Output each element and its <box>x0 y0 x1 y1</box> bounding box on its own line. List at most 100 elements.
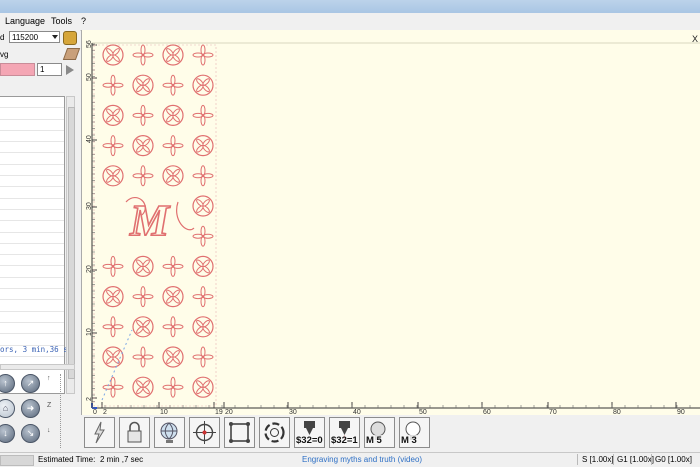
star-petal <box>110 376 116 388</box>
m5-button[interactable]: M 5 <box>364 417 395 448</box>
canvas-svg: 0 2 10 19 20 30 40 50 60 70 80 905650403020102XM <box>86 34 700 415</box>
m3-label: M 3 <box>401 435 417 446</box>
jog-step-slider[interactable] <box>60 374 66 448</box>
grbl-32-1-button[interactable]: $32=1 <box>329 417 360 448</box>
estimated-time-label: Estimated Time: <box>38 455 96 464</box>
frame-icon <box>227 420 252 445</box>
file-field[interactable] <box>0 63 35 76</box>
g0-override[interactable]: G0 [1.00x] <box>655 455 692 464</box>
file-label: vg <box>0 50 9 59</box>
star-center <box>111 144 115 147</box>
bottom-toolbar: $32=0 $32=1 M 5 M 3 <box>81 415 700 452</box>
console-scrollbar[interactable] <box>66 96 75 394</box>
console-hscrollbar[interactable] <box>0 364 75 370</box>
baud-value: 115200 <box>12 33 39 42</box>
star-petal <box>110 74 116 86</box>
star-center <box>141 174 145 177</box>
star-center <box>201 53 205 57</box>
y-tick-label: 30 <box>86 202 93 210</box>
star-petal <box>140 346 146 358</box>
star-petal <box>140 286 146 298</box>
jog-up-right-button[interactable]: ↗ <box>21 374 40 393</box>
jog-right-button[interactable]: ➜ <box>21 399 40 418</box>
star-center <box>141 53 145 57</box>
passes-spinner[interactable]: 1 <box>37 63 62 76</box>
y-tick-label: 2 <box>86 397 93 401</box>
y-tick-label: 50 <box>86 73 93 81</box>
chevron-down-icon <box>52 35 58 39</box>
g1-override[interactable]: G1 [1.00x] <box>617 455 654 464</box>
rosette-petal <box>202 138 210 147</box>
rosette-petal <box>142 138 150 147</box>
menu-language[interactable]: Language <box>5 16 45 26</box>
star-petal <box>200 225 206 237</box>
globe-button[interactable] <box>154 417 185 448</box>
star-petal <box>200 165 206 177</box>
y-tick-label: 56 <box>86 40 93 48</box>
rosette-petal <box>142 380 150 388</box>
video-link[interactable]: Engraving myths and truth (video) <box>302 455 422 464</box>
star-petal <box>170 135 176 147</box>
star-petal <box>170 376 176 388</box>
star-center <box>201 295 205 298</box>
rosette-petal <box>172 289 180 298</box>
rosette-petal <box>112 108 120 116</box>
s-override[interactable]: S [1.00x] <box>582 455 614 464</box>
jog-down-button[interactable]: ↓ <box>0 424 15 443</box>
star-center <box>111 325 115 328</box>
rosette-petal <box>142 319 150 328</box>
rosette-petal <box>112 168 120 177</box>
grbl-32-0-button[interactable]: $32=0 <box>294 417 325 448</box>
eraser-icon[interactable] <box>62 48 81 60</box>
rosette-petal <box>142 78 150 86</box>
rosette-petal <box>202 199 210 207</box>
star-center <box>171 144 175 147</box>
rosette-petal <box>142 259 150 267</box>
home-button[interactable]: ⌂ <box>0 399 15 418</box>
passes-value: 1 <box>40 65 45 74</box>
star-center <box>201 174 205 177</box>
z-down-arrow[interactable]: ↓ <box>47 427 51 434</box>
y-tick-label: 10 <box>86 328 93 336</box>
star-petal <box>110 135 116 147</box>
star-center <box>201 355 205 359</box>
console-last-line: ors, 3 min,36 s. <box>0 345 73 354</box>
preview-canvas[interactable]: 0 2 10 19 20 30 40 50 60 70 80 90 56 50 40 30 20 10 2 X M <box>81 30 700 415</box>
menu-tools[interactable]: Tools <box>51 16 72 26</box>
menu-help[interactable]: ? <box>81 16 86 26</box>
connect-icon[interactable] <box>63 31 77 45</box>
play-icon[interactable] <box>66 65 74 75</box>
star-center <box>171 386 175 389</box>
lock-button[interactable] <box>119 417 150 448</box>
engrave-icon <box>87 420 112 445</box>
rosette-petal <box>202 319 210 328</box>
progress-bar <box>0 455 34 466</box>
estimated-time-value: 2 min ,7 sec <box>100 455 144 464</box>
star-petal <box>170 74 176 86</box>
crosshair-icon <box>192 420 217 445</box>
star-petal <box>110 255 116 267</box>
star-petal <box>200 346 206 358</box>
star-center <box>201 235 205 238</box>
star-center <box>141 295 145 298</box>
y-tick-label: 40 <box>86 135 93 143</box>
star-center <box>201 114 205 117</box>
star-petal <box>170 255 176 267</box>
m3-button[interactable]: M 3 <box>399 417 430 448</box>
close-mark: X <box>692 34 698 44</box>
crosshair-button[interactable] <box>189 417 220 448</box>
star-center <box>111 386 115 389</box>
rosette-petal <box>202 259 210 267</box>
star-center <box>171 325 175 328</box>
cycle-button[interactable] <box>259 417 290 448</box>
baud-select[interactable]: 115200 <box>9 31 60 43</box>
star-petal <box>170 316 176 328</box>
port-label: d <box>0 33 5 42</box>
lock-icon <box>122 420 147 445</box>
z-up-arrow[interactable]: ↑ <box>47 375 51 382</box>
jog-down-right-button[interactable]: ↘ <box>21 424 40 443</box>
frame-button[interactable] <box>224 417 255 448</box>
grbl-32-0-label: $32=0 <box>296 435 323 446</box>
engrave-button[interactable] <box>84 417 115 448</box>
rosette-petal <box>112 289 120 298</box>
